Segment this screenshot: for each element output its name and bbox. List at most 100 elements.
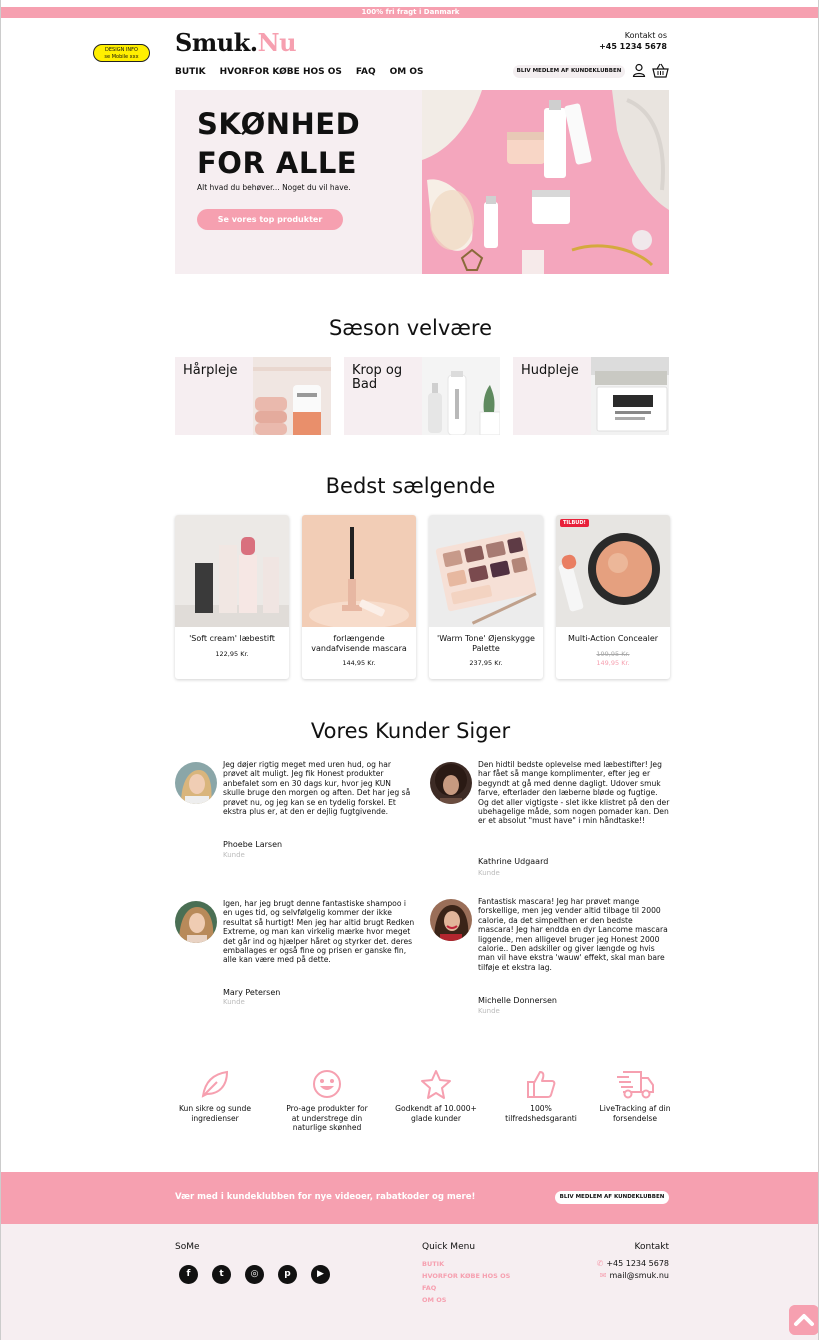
category-card-hudpleje[interactable]: Hudpleje	[513, 357, 669, 435]
hero-title-line2: FOR ALLE	[197, 146, 358, 180]
join-club-button[interactable]: BLIV MEDLEM AF KUNDEKLUBBEN	[555, 1191, 669, 1204]
star-icon	[421, 1070, 451, 1099]
product-card-palette[interactable]: 'Warm Tone' Øjenskygge Palette 237,95 Kr…	[429, 515, 543, 679]
footer-phone[interactable]: +45 1234 5678	[606, 1259, 669, 1268]
join-club-button-header[interactable]: BLIV MEDLEM AF KUNDEKLUBBEN	[513, 65, 625, 78]
review-text: Igen, har jeg brugt denne fantastiske sh…	[223, 899, 415, 965]
hero-cta-button[interactable]: Se vores top produkter	[197, 209, 343, 230]
truck-icon	[617, 1071, 654, 1099]
usp-item: 100% tilfredshedsgaranti	[496, 1068, 586, 1123]
product-name: Multi-Action Concealer	[567, 634, 659, 643]
product-image	[556, 515, 670, 627]
product-name: 'Soft cream' læbestift	[189, 634, 275, 643]
footer-link-faq[interactable]: FAQ	[422, 1282, 510, 1294]
footer-contact-title: Kontakt	[634, 1242, 669, 1252]
footer: SoMe f t ◎ p ▶ Quick Menu BUTIK HVORFOR …	[1, 1224, 818, 1340]
brand-logo[interactable]: Smuk.Nu	[175, 28, 297, 57]
review-text: Jeg døjer rigtig meget med uren hud, og …	[223, 760, 411, 817]
phone-icon: ✆	[596, 1259, 604, 1268]
thumbs-up-icon	[527, 1071, 556, 1098]
hero-subtitle: Alt hvad du behøver... Noget du vil have…	[197, 183, 351, 192]
twitter-icon[interactable]: t	[212, 1265, 231, 1284]
category-label: Hårpleje	[183, 363, 238, 378]
usp-text: Godkendt af 10.000+ glade kunder	[395, 1104, 477, 1123]
smiley-icon	[313, 1070, 341, 1098]
header-contact-label: Kontakt os	[624, 31, 667, 40]
footer-quick-menu: BUTIK HVORFOR KØBE HOS OS FAQ OM OS	[422, 1258, 510, 1306]
review-name: Phoebe Larsen	[223, 840, 283, 849]
page-frame: 100% fri fragt i Danmark DESIGN INFO se …	[0, 0, 819, 1340]
nav-item-om-os[interactable]: OM OS	[390, 67, 424, 77]
product-name: 'Warm Tone' Øjenskygge Palette	[437, 634, 535, 653]
review-name: Michelle Donnersen	[478, 996, 557, 1005]
product-name: forlængende vandafvisende mascara	[311, 634, 407, 653]
header-contact: Kontakt os +45 1234 5678	[599, 30, 667, 52]
product-sale-price: 149,95 Kr.	[596, 659, 630, 667]
reviews-title: Vores Kunder Siger	[310, 719, 511, 743]
product-price: 144,95 Kr.	[342, 659, 376, 667]
usp-item: Godkendt af 10.000+ glade kunder	[391, 1068, 481, 1123]
user-icon[interactable]	[632, 63, 646, 77]
hero-product-image	[422, 90, 669, 274]
usp-item: LiveTracking af din forsendelse	[590, 1068, 680, 1123]
header-phone[interactable]: +45 1234 5678	[599, 41, 667, 52]
youtube-icon[interactable]: ▶	[311, 1265, 330, 1284]
avatar	[430, 899, 472, 941]
usp-text: 100% tilfredshedsgaranti	[505, 1104, 577, 1123]
nav-item-butik[interactable]: BUTIK	[175, 67, 206, 77]
usp-text: LiveTracking af din forsendelse	[599, 1104, 671, 1123]
nav-item-faq[interactable]: FAQ	[356, 67, 376, 77]
footer-quick-title: Quick Menu	[422, 1242, 476, 1252]
category-card-harpleje[interactable]: Hårpleje	[175, 357, 331, 435]
review-role: Kunde	[478, 869, 500, 877]
product-image	[429, 515, 543, 627]
product-image	[302, 515, 416, 627]
footer-link-om-os[interactable]: OM OS	[422, 1294, 510, 1306]
scroll-to-top-button[interactable]	[789, 1305, 819, 1335]
newsletter-band: Vær med i kundeklubben for nye videoer, …	[1, 1172, 818, 1224]
product-price: 122,95 Kr.	[215, 650, 249, 658]
social-links: f t ◎ p ▶	[179, 1265, 330, 1284]
category-card-krop-og-bad[interactable]: Krop og Bad	[344, 357, 500, 435]
category-image	[591, 357, 669, 435]
hero-title-line1: SKØNHED	[197, 107, 361, 141]
footer-contact: ✆ +45 1234 5678 ✉ mail@smuk.nu	[597, 1258, 669, 1282]
season-title: Sæson velvære	[328, 316, 493, 340]
review-role: Kunde	[478, 1007, 500, 1015]
category-label: Krop og Bad	[352, 363, 403, 392]
footer-email[interactable]: mail@smuk.nu	[610, 1271, 670, 1280]
instagram-icon[interactable]: ◎	[245, 1265, 264, 1284]
footer-some-title: SoMe	[175, 1242, 200, 1252]
main-nav: BUTIK HVORFOR KØBE HOS OS FAQ OM OS	[175, 67, 424, 77]
design-info-line1: DESIGN INFO	[105, 47, 138, 53]
footer-link-butik[interactable]: BUTIK	[422, 1258, 510, 1270]
facebook-icon[interactable]: f	[179, 1265, 198, 1284]
product-card-mascara[interactable]: forlængende vandafvisende mascara 144,95…	[302, 515, 416, 679]
category-image	[253, 357, 331, 435]
mail-icon: ✉	[599, 1271, 607, 1280]
nav-item-hvorfor[interactable]: HVORFOR KØBE HOS OS	[220, 67, 342, 77]
avatar	[175, 762, 217, 804]
leaf-icon	[201, 1070, 229, 1098]
review-role: Kunde	[223, 851, 245, 859]
usp-text: Pro-age produkter for at understrege din…	[286, 1104, 368, 1132]
category-label: Hudpleje	[521, 363, 579, 378]
usp-item: Pro-age produkter for at understrege din…	[285, 1068, 369, 1133]
product-image	[175, 515, 289, 627]
review-name: Kathrine Udgaard	[478, 857, 549, 866]
product-card-concealer[interactable]: TILBUD! Multi-Action Concealer 199,95 Kr…	[556, 515, 670, 679]
review-text: Fantastisk mascara! Jeg har prøvet mange…	[478, 897, 668, 972]
footer-link-hvorfor[interactable]: HVORFOR KØBE HOS OS	[422, 1270, 510, 1282]
logo-text-b: Nu	[257, 28, 297, 57]
pinterest-icon[interactable]: p	[278, 1265, 297, 1284]
category-image	[422, 357, 500, 435]
avatar	[175, 901, 217, 943]
product-card-lipstick[interactable]: 'Soft cream' læbestift 122,95 Kr.	[175, 515, 289, 679]
newsletter-text: Vær med i kundeklubben for nye videoer, …	[175, 1192, 476, 1202]
review-role: Kunde	[223, 998, 245, 1006]
product-old-price: 199,95 Kr.	[596, 650, 630, 658]
basket-icon[interactable]	[652, 63, 669, 78]
sale-badge: TILBUD!	[560, 519, 589, 527]
shipping-banner: 100% fri fragt i Danmark	[1, 7, 818, 18]
hero-title: SKØNHED FOR ALLE	[197, 105, 360, 183]
